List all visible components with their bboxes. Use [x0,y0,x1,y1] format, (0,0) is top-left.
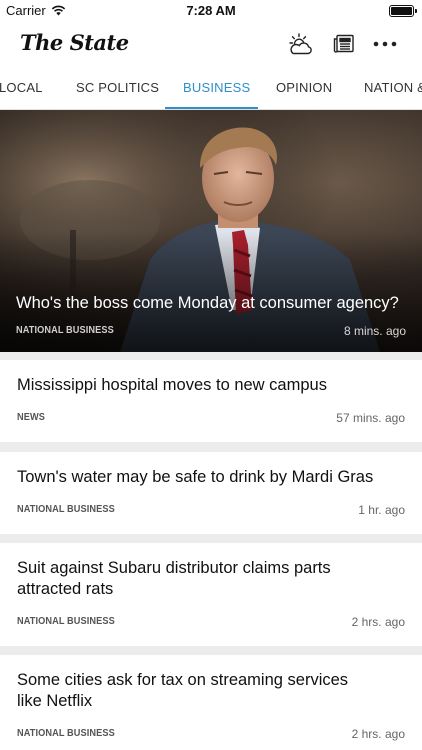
article-category: NEWS [17,412,45,423]
tab-nation[interactable]: NATION & [364,80,422,95]
article-headline[interactable]: Suit against Subaru distributor claims p… [17,558,377,600]
article-timestamp: 2 hrs. ago [351,615,405,629]
article-card[interactable]: Some cities ask for tax on streaming ser… [0,655,422,750]
newspaper-icon[interactable] [331,32,357,56]
weather-icon[interactable] [288,32,314,56]
article-timestamp: 57 mins. ago [336,411,405,425]
article-category: NATIONAL BUSINESS [17,728,115,739]
battery-icon [389,5,417,17]
hero-headline[interactable]: Who's the boss come Monday at consumer a… [16,294,399,313]
article-card[interactable]: Town's water may be safe to drink by Mar… [0,452,422,534]
article-headline[interactable]: Mississippi hospital moves to new campus [17,375,377,396]
status-time: 7:28 AM [186,3,236,18]
hero-story[interactable]: Who's the boss come Monday at consumer a… [0,110,422,352]
article-headline[interactable]: Town's water may be safe to drink by Mar… [17,467,377,488]
tab-local[interactable]: LOCAL [0,80,43,95]
article-card[interactable]: Suit against Subaru distributor claims p… [0,543,422,646]
article-category: NATIONAL BUSINESS [17,616,115,627]
status-bar: Carrier 7:28 AM [0,0,422,22]
tab-business[interactable]: BUSINESS [183,80,250,95]
hero-category: NATIONAL BUSINESS [16,325,114,336]
article-timestamp: 1 hr. ago [358,503,405,517]
article-card[interactable]: Mississippi hospital moves to new campus… [0,360,422,442]
more-icon[interactable] [372,32,398,56]
section-tabs: LOCAL SC POLITICS BUSINESS OPINION NATIO… [0,66,422,110]
app-logo[interactable]: The State [20,30,129,55]
app-header: The State [0,22,422,66]
hero-timestamp: 8 mins. ago [343,324,406,338]
article-timestamp: 2 hrs. ago [351,727,405,741]
article-category: NATIONAL BUSINESS [17,504,115,515]
tab-sc-politics[interactable]: SC POLITICS [76,80,159,95]
article-headline[interactable]: Some cities ask for tax on streaming ser… [17,670,377,712]
tab-opinion[interactable]: OPINION [276,80,332,95]
